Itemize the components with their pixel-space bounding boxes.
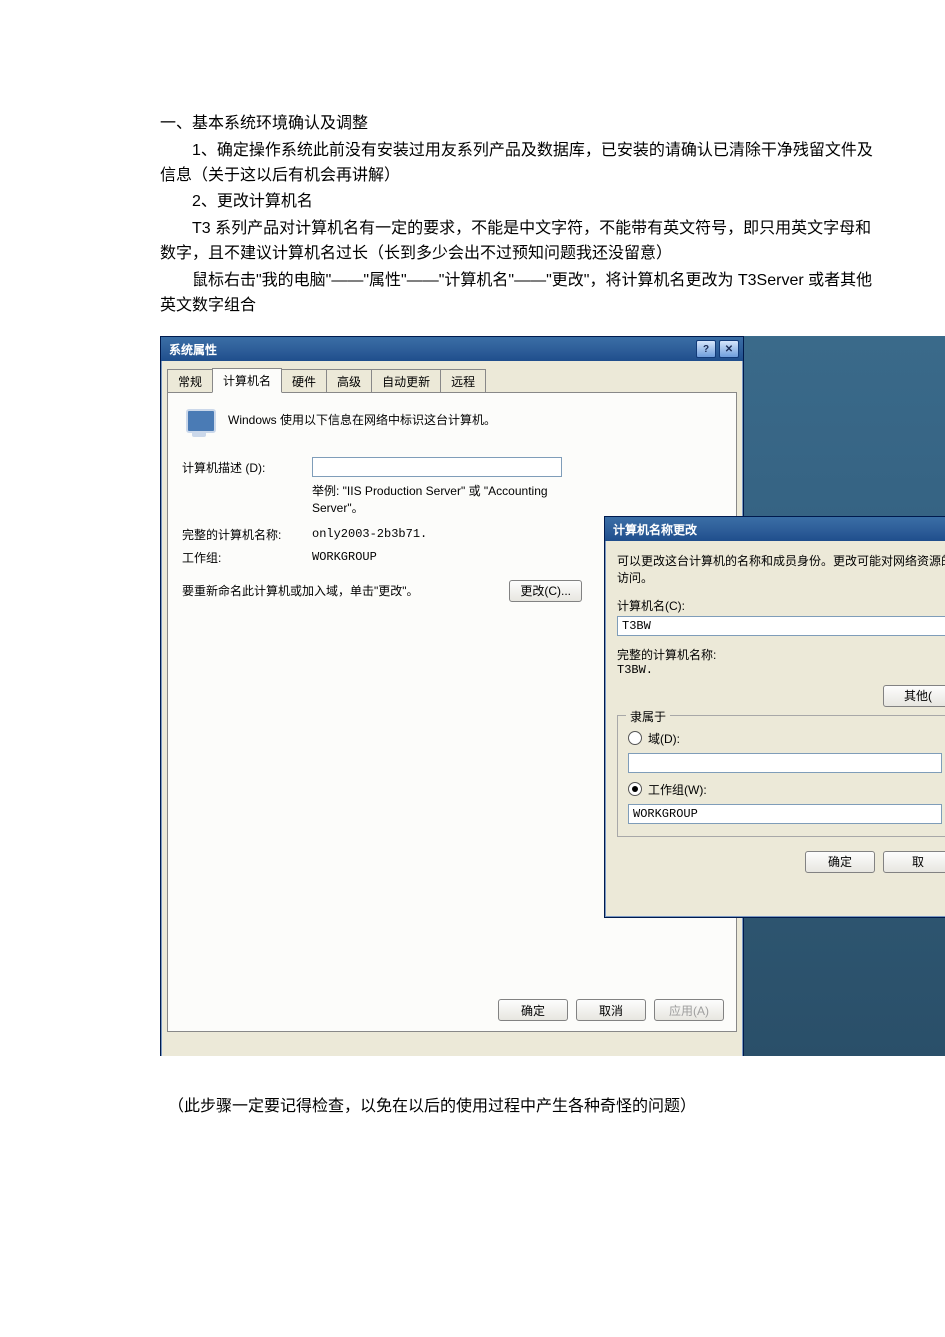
para-3: T3 系列产品对计算机名有一定的要求，不能是中文字符，不能带有英文符号，即只用英… <box>160 217 875 267</box>
para-2: 2、更改计算机名 <box>160 190 875 215</box>
para-4: 鼠标右击"我的电脑"——"属性"——"计算机名"——"更改"，将计算机名更改为 … <box>160 269 875 319</box>
help-button[interactable]: ? <box>696 340 716 358</box>
computer-name-change-dialog: 计算机名称更改 可以更改这台计算机的名称和成员身份。更改可能对网络资源的访问。 … <box>604 516 945 918</box>
document-body: 一、基本系统环境确认及调整 1、确定操作系统此前没有安装过用友系列产品及数据库，… <box>160 112 875 318</box>
domain-input[interactable] <box>628 753 942 773</box>
workgroup-label: 工作组: <box>182 549 312 566</box>
tab-general[interactable]: 常规 <box>167 369 213 393</box>
workgroup-radio[interactable] <box>628 782 642 796</box>
window-title: 计算机名称更改 <box>613 521 945 538</box>
other-button[interactable]: 其他( <box>883 685 945 707</box>
cancel-button[interactable]: 取消 <box>576 999 646 1021</box>
tab-hardware[interactable]: 硬件 <box>281 369 327 393</box>
domain-label: 域(D): <box>648 730 680 747</box>
tab-remote[interactable]: 远程 <box>440 369 486 393</box>
para-1: 1、确定操作系统此前没有安装过用友系列产品及数据库，已安装的请确认已清除干净残留… <box>160 139 875 189</box>
embedded-screenshot: 系统属性 ? ✕ 常规 计算机名 硬件 高级 自动更新 远程 Windows 使… <box>160 336 945 1056</box>
rename-instruction: 要重新命名此计算机或加入域，单击"更改"。 <box>182 582 419 599</box>
description-hint: 举例: "IIS Production Server" 或 "Accountin… <box>312 483 572 515</box>
workgroup-value: WORKGROUP <box>312 550 377 564</box>
workgroup-label: 工作组(W): <box>648 781 707 798</box>
titlebar[interactable]: 计算机名称更改 <box>605 517 945 541</box>
tab-computer-name[interactable]: 计算机名 <box>212 368 282 393</box>
tab-auto-update[interactable]: 自动更新 <box>371 369 441 393</box>
window-title: 系统属性 <box>169 341 693 358</box>
computer-name-input[interactable] <box>617 616 945 636</box>
full-computer-name-label: 完整的计算机名称: <box>182 526 312 543</box>
full-computer-name-value: only2003-2b3b71. <box>312 527 427 541</box>
member-of-group: 隶属于 域(D): 工作组(W): <box>617 715 945 837</box>
computer-name-label: 计算机名(C): <box>617 597 945 614</box>
computer-description-label: 计算机描述 (D): <box>182 459 312 476</box>
computer-description-input[interactable] <box>312 457 562 477</box>
titlebar[interactable]: 系统属性 ? ✕ <box>161 337 743 361</box>
change-button[interactable]: 更改(C)... <box>509 580 582 602</box>
domain-radio[interactable] <box>628 731 642 745</box>
cancel-button[interactable]: 取 <box>883 851 945 873</box>
ok-button[interactable]: 确定 <box>498 999 568 1021</box>
workgroup-input[interactable] <box>628 804 942 824</box>
dialog-description: 可以更改这台计算机的名称和成员身份。更改可能对网络资源的访问。 <box>617 553 945 587</box>
full-name-value: T3BW. <box>617 663 945 677</box>
close-button[interactable]: ✕ <box>719 340 739 358</box>
tab-strip: 常规 计算机名 硬件 高级 自动更新 远程 <box>161 361 743 392</box>
footnote: （此步骤一定要记得检查，以免在以后的使用过程中产生各种奇怪的问题） <box>160 1092 875 1116</box>
computer-icon <box>182 407 218 443</box>
tab-advanced[interactable]: 高级 <box>326 369 372 393</box>
ok-button[interactable]: 确定 <box>805 851 875 873</box>
member-of-legend: 隶属于 <box>626 708 670 725</box>
apply-button: 应用(A) <box>654 999 724 1021</box>
heading-1: 一、基本系统环境确认及调整 <box>160 112 875 137</box>
full-name-label: 完整的计算机名称: <box>617 646 945 663</box>
panel-info-text: Windows 使用以下信息在网络中标识这台计算机。 <box>228 407 496 428</box>
